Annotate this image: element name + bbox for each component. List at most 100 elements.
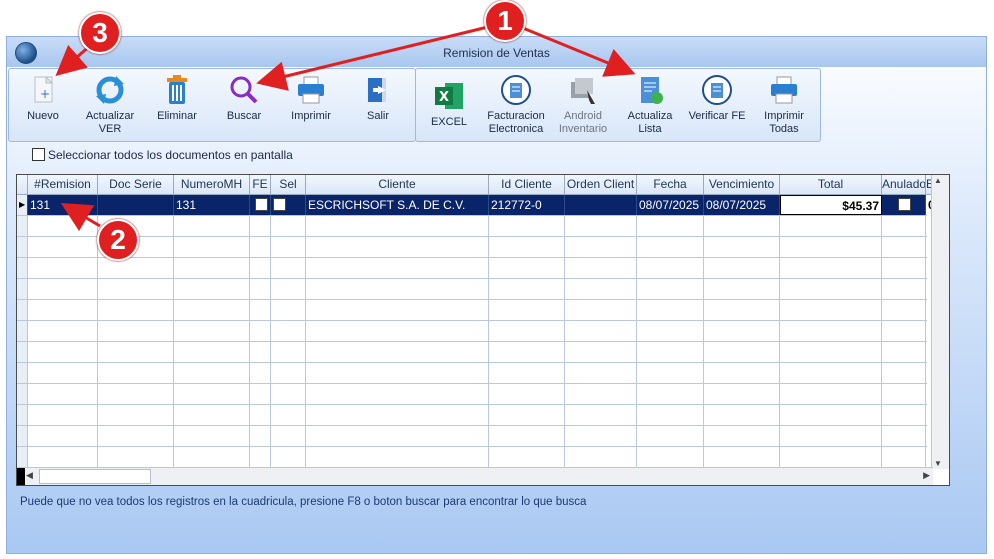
table-cell[interactable] [565, 237, 637, 257]
cell-fe[interactable] [250, 195, 271, 215]
table-cell[interactable] [306, 447, 489, 467]
table-cell[interactable] [17, 258, 28, 278]
table-cell[interactable] [17, 363, 28, 383]
table-cell[interactable] [98, 384, 174, 404]
table-cell[interactable] [565, 447, 637, 467]
scroll-right-icon[interactable]: ▶ [923, 470, 930, 481]
table-cell[interactable] [704, 300, 780, 320]
table-cell[interactable] [780, 300, 882, 320]
table-cell[interactable] [565, 363, 637, 383]
table-cell[interactable] [565, 321, 637, 341]
table-cell[interactable] [780, 384, 882, 404]
excel-button[interactable]: X EXCEL [418, 74, 480, 129]
table-cell[interactable] [271, 237, 306, 257]
table-cell[interactable] [637, 321, 704, 341]
nuevo-button[interactable]: + Nuevo [12, 74, 74, 123]
table-cell[interactable] [271, 279, 306, 299]
table-cell[interactable] [98, 300, 174, 320]
fe-checkbox[interactable] [254, 198, 268, 211]
table-row[interactable] [17, 447, 934, 468]
cell-total[interactable]: $45.37 [780, 195, 882, 215]
table-cell[interactable] [306, 279, 489, 299]
table-cell[interactable] [17, 321, 28, 341]
table-cell[interactable] [98, 405, 174, 425]
col-id-cliente[interactable]: Id Cliente [489, 175, 565, 194]
table-cell[interactable] [637, 363, 704, 383]
table-cell[interactable] [17, 300, 28, 320]
col-remision[interactable]: #Remision [28, 175, 98, 194]
table-cell[interactable] [174, 258, 250, 278]
table-cell[interactable] [306, 321, 489, 341]
table-cell[interactable] [489, 447, 565, 467]
table-cell[interactable] [28, 447, 98, 467]
checkbox-box[interactable] [32, 148, 45, 161]
table-cell[interactable] [28, 216, 98, 236]
table-cell[interactable] [704, 426, 780, 446]
android-inventario-button[interactable]: Android Inventario [552, 74, 614, 136]
table-row[interactable] [17, 384, 934, 405]
table-cell[interactable] [704, 216, 780, 236]
col-total[interactable]: Total [780, 175, 882, 194]
table-cell[interactable] [250, 384, 271, 404]
table-cell[interactable] [28, 384, 98, 404]
table-row[interactable] [17, 426, 934, 447]
table-cell[interactable] [98, 279, 174, 299]
table-cell[interactable] [489, 405, 565, 425]
table-cell[interactable] [780, 321, 882, 341]
table-cell[interactable] [780, 279, 882, 299]
table-cell[interactable] [28, 279, 98, 299]
table-cell[interactable] [306, 237, 489, 257]
table-cell[interactable] [704, 447, 780, 467]
table-cell[interactable] [704, 384, 780, 404]
table-cell[interactable] [637, 300, 704, 320]
table-cell[interactable] [174, 279, 250, 299]
scroll-up-icon[interactable]: ▲ [934, 176, 942, 185]
col-cliente[interactable]: Cliente [306, 175, 489, 194]
vertical-scrollbar[interactable]: ▲ ▼ [931, 175, 949, 469]
table-row[interactable] [17, 342, 934, 363]
table-cell[interactable] [250, 258, 271, 278]
cell-anulado[interactable] [882, 195, 926, 215]
table-cell[interactable] [306, 363, 489, 383]
eliminar-button[interactable]: Eliminar [146, 74, 208, 123]
table-cell[interactable] [780, 363, 882, 383]
table-cell[interactable] [271, 363, 306, 383]
table-row[interactable] [17, 321, 934, 342]
actualizar-ver-button[interactable]: Actualizar VER [79, 74, 141, 136]
horizontal-scrollbar[interactable]: ◀ ▶ [17, 467, 933, 485]
table-cell[interactable] [28, 300, 98, 320]
table-cell[interactable] [271, 447, 306, 467]
cell-fecha[interactable]: 08/07/2025 [637, 195, 704, 215]
table-cell[interactable] [271, 258, 306, 278]
table-cell[interactable] [17, 342, 28, 362]
table-cell[interactable] [882, 279, 926, 299]
table-cell[interactable] [306, 405, 489, 425]
table-cell[interactable] [174, 426, 250, 446]
cell-cliente[interactable]: ESCRICHSOFT S.A. DE C.V. [306, 195, 489, 215]
table-cell[interactable] [565, 300, 637, 320]
table-cell[interactable] [271, 321, 306, 341]
table-row[interactable] [17, 216, 934, 237]
select-all-checkbox[interactable]: Seleccionar todos los documentos en pant… [32, 148, 293, 162]
table-cell[interactable] [17, 384, 28, 404]
table-cell[interactable] [704, 321, 780, 341]
table-cell[interactable] [271, 384, 306, 404]
table-cell[interactable] [306, 216, 489, 236]
table-cell[interactable] [489, 216, 565, 236]
table-cell[interactable] [704, 405, 780, 425]
imprimir-button[interactable]: Imprimir [280, 74, 342, 123]
table-cell[interactable] [489, 321, 565, 341]
table-row[interactable]: ▶ 131 131 ESCRICHSOFT S.A. DE C.V. 21277… [17, 195, 934, 216]
table-cell[interactable] [882, 363, 926, 383]
col-orden-cliente[interactable]: Orden Client [565, 175, 637, 194]
table-cell[interactable] [17, 447, 28, 467]
col-fecha[interactable]: Fecha [637, 175, 704, 194]
table-cell[interactable] [28, 237, 98, 257]
table-cell[interactable] [882, 405, 926, 425]
col-vencimiento[interactable]: Vencimiento [704, 175, 780, 194]
col-doc-serie[interactable]: Doc Serie [98, 175, 174, 194]
table-row[interactable] [17, 237, 934, 258]
sel-checkbox[interactable] [273, 198, 286, 211]
table-cell[interactable] [271, 216, 306, 236]
table-cell[interactable] [637, 237, 704, 257]
